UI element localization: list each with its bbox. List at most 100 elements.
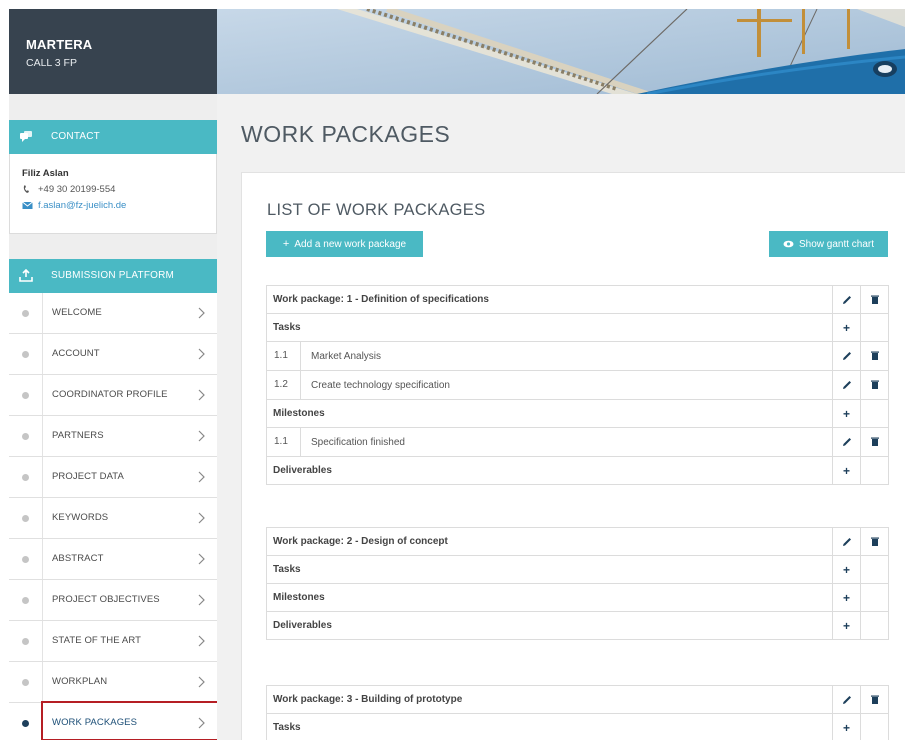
- chevron-right-icon: [198, 635, 205, 647]
- add-task-button[interactable]: +: [832, 713, 861, 740]
- work-package-table: Work package: 3 - Building of prototype …: [266, 685, 889, 740]
- sidebar-item-label: ABSTRACT: [52, 553, 104, 564]
- task-name: Create technology specification: [311, 379, 450, 391]
- task-number: 1.1: [267, 342, 301, 370]
- sidebar-item-partners[interactable]: PARTNERS: [9, 416, 217, 457]
- delete-button[interactable]: [860, 527, 889, 556]
- chevron-right-icon: [198, 594, 205, 606]
- sidebar-item-keywords[interactable]: KEYWORDS: [9, 498, 217, 539]
- plus-icon: +: [842, 562, 850, 577]
- edit-button[interactable]: [832, 527, 861, 556]
- edit-button[interactable]: [832, 427, 861, 457]
- plus-icon: +: [842, 590, 850, 605]
- sidebar-item-label: WORK PACKAGES: [52, 717, 138, 728]
- show-gantt-chart-label: Show gantt chart: [798, 238, 875, 250]
- sidebar-item-project-objectives[interactable]: PROJECT OBJECTIVES: [9, 580, 217, 621]
- deliverables-section-row: Deliverables +: [266, 456, 889, 485]
- chevron-right-icon: [198, 348, 205, 360]
- sidebar-item-workplan[interactable]: WORKPLAN: [9, 662, 217, 703]
- edit-button[interactable]: [832, 370, 861, 400]
- sidebar-item-project-data[interactable]: PROJECT DATA: [9, 457, 217, 498]
- sidebar-item-state-of-the-art[interactable]: STATE OF THE ART: [9, 621, 217, 662]
- plus-icon: +: [842, 618, 850, 633]
- add-task-button[interactable]: +: [832, 313, 861, 342]
- deliverables-label: Deliverables: [266, 456, 833, 485]
- contact-phone-row[interactable]: +49 30 20199-554: [22, 184, 216, 195]
- milestone-number: 1.1: [267, 428, 301, 456]
- contact-phone: +49 30 20199-554: [38, 184, 116, 195]
- contact-email-row[interactable]: f.aslan@fz-juelich.de: [22, 200, 216, 211]
- status-dot-icon: [22, 351, 29, 358]
- chevron-right-icon: [198, 430, 205, 442]
- add-deliverable-button[interactable]: +: [832, 611, 861, 640]
- brand-title: MARTERA: [26, 37, 93, 52]
- work-package-table: Work package: 2 - Design of concept Task…: [266, 527, 889, 640]
- edit-button[interactable]: [832, 285, 861, 314]
- status-dot-icon: [22, 433, 29, 440]
- plus-icon: +: [842, 406, 850, 421]
- status-dot-icon: [22, 679, 29, 686]
- tasks-section-row: Tasks +: [266, 555, 889, 584]
- tasks-section-row: Tasks +: [266, 313, 889, 342]
- delete-button[interactable]: [860, 341, 889, 371]
- delete-button[interactable]: [860, 370, 889, 400]
- deliverables-label: Deliverables: [266, 611, 833, 640]
- submission-header-label: SUBMISSION PLATFORM: [51, 270, 175, 281]
- status-dot-icon: [22, 515, 29, 522]
- delete-button[interactable]: [860, 427, 889, 457]
- pencil-icon: [842, 295, 851, 304]
- submission-panel-header: SUBMISSION PLATFORM: [9, 259, 217, 293]
- add-milestone-button[interactable]: +: [832, 399, 861, 428]
- sidebar-item-work-packages[interactable]: WORK PACKAGES: [9, 703, 217, 740]
- main-content: WORK PACKAGES LIST OF WORK PACKAGES + Ad…: [217, 94, 905, 740]
- edit-button[interactable]: [832, 685, 861, 714]
- sidebar-item-label: PROJECT DATA: [52, 471, 124, 482]
- sidebar-item-coordinator-profile[interactable]: COORDINATOR PROFILE: [9, 375, 217, 416]
- contact-name: Filiz Aslan: [22, 168, 69, 179]
- trash-icon: [870, 437, 879, 446]
- milestones-label: Milestones: [266, 399, 833, 428]
- status-dot-icon: [22, 392, 29, 399]
- chevron-right-icon: [198, 471, 205, 483]
- add-work-package-button[interactable]: + Add a new work package: [266, 231, 423, 257]
- sidebar-item-account[interactable]: ACCOUNT: [9, 334, 217, 375]
- work-packages-card: LIST OF WORK PACKAGES + Add a new work p…: [241, 172, 905, 740]
- tasks-section-row: Tasks +: [266, 713, 889, 740]
- add-task-button[interactable]: +: [832, 555, 861, 584]
- add-milestone-button[interactable]: +: [832, 583, 861, 612]
- pencil-icon: [842, 352, 851, 360]
- upload-tray-icon: [19, 269, 33, 282]
- plus-icon: +: [842, 320, 850, 335]
- pencil-icon: [842, 381, 851, 389]
- pencil-icon: [842, 438, 851, 446]
- page-title: WORK PACKAGES: [241, 121, 451, 147]
- milestones-section-row: Milestones +: [266, 399, 889, 428]
- brand-block[interactable]: MARTERA CALL 3 FP: [9, 9, 217, 94]
- sidebar-item-abstract[interactable]: ABSTRACT: [9, 539, 217, 580]
- sidebar-item-welcome[interactable]: WELCOME: [9, 293, 217, 334]
- status-dot-icon: [22, 720, 29, 727]
- sidebar-item-label: KEYWORDS: [52, 512, 109, 523]
- contact-email-link[interactable]: f.aslan@fz-juelich.de: [38, 200, 126, 211]
- work-package-header-row: Work package: 1 - Definition of specific…: [266, 285, 889, 314]
- contact-panel-header: CONTACT: [9, 120, 217, 154]
- show-gantt-chart-button[interactable]: Show gantt chart: [769, 231, 888, 257]
- trash-icon: [870, 295, 879, 304]
- sidebar-item-label: STATE OF THE ART: [52, 635, 142, 646]
- trash-icon: [870, 537, 879, 546]
- edit-button[interactable]: [832, 341, 861, 371]
- envelope-icon: [22, 201, 33, 209]
- status-dot-icon: [22, 556, 29, 563]
- brand-subtitle: CALL 3 FP: [26, 57, 77, 69]
- sidebar-item-label: PROJECT OBJECTIVES: [52, 594, 160, 605]
- status-dot-icon: [22, 597, 29, 604]
- milestones-section-row: Milestones +: [266, 583, 889, 612]
- add-deliverable-button[interactable]: +: [832, 456, 861, 485]
- plus-icon: +: [842, 463, 850, 478]
- delete-button[interactable]: [860, 685, 889, 714]
- tasks-label: Tasks: [266, 555, 833, 584]
- sidebar-item-label: ACCOUNT: [52, 348, 100, 359]
- delete-button[interactable]: [860, 285, 889, 314]
- tasks-label: Tasks: [266, 313, 833, 342]
- milestone-name: Specification finished: [311, 436, 405, 448]
